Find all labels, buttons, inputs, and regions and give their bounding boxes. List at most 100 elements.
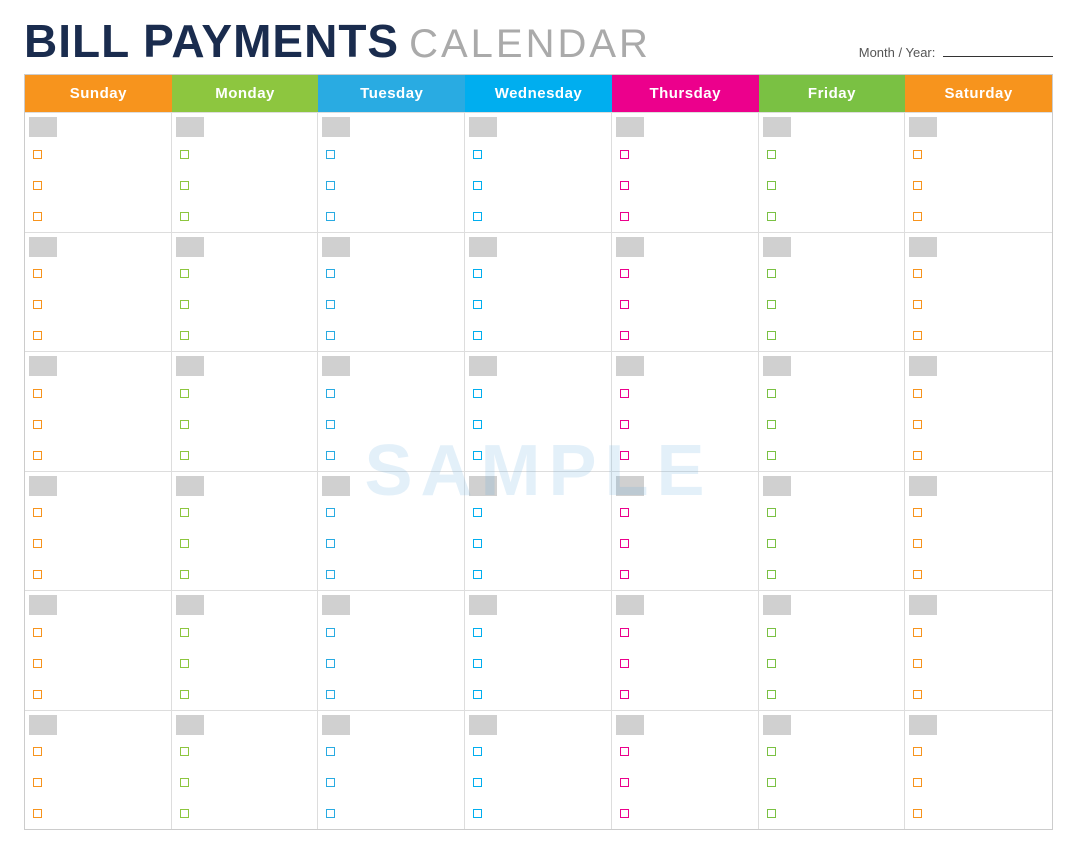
checkbox-item[interactable]	[913, 690, 922, 699]
checkbox-item[interactable]	[620, 539, 629, 548]
checkbox-item[interactable]	[180, 212, 189, 221]
checkbox-item[interactable]	[33, 300, 42, 309]
checkbox-item[interactable]	[473, 420, 482, 429]
checkbox-item[interactable]	[473, 747, 482, 756]
checkbox-item[interactable]	[180, 570, 189, 579]
checkbox-item[interactable]	[913, 659, 922, 668]
checkbox-item[interactable]	[913, 747, 922, 756]
checkbox-item[interactable]	[620, 269, 629, 278]
checkbox-item[interactable]	[473, 451, 482, 460]
checkbox-item[interactable]	[33, 570, 42, 579]
checkbox-item[interactable]	[473, 269, 482, 278]
checkbox-item[interactable]	[180, 508, 189, 517]
checkbox-item[interactable]	[913, 628, 922, 637]
checkbox-item[interactable]	[620, 508, 629, 517]
checkbox-item[interactable]	[473, 809, 482, 818]
checkbox-item[interactable]	[620, 659, 629, 668]
checkbox-item[interactable]	[33, 212, 42, 221]
checkbox-item[interactable]	[913, 539, 922, 548]
checkbox-item[interactable]	[767, 539, 776, 548]
checkbox-item[interactable]	[326, 628, 335, 637]
checkbox-item[interactable]	[180, 300, 189, 309]
checkbox-item[interactable]	[620, 451, 629, 460]
checkbox-item[interactable]	[473, 212, 482, 221]
checkbox-item[interactable]	[913, 300, 922, 309]
checkbox-item[interactable]	[33, 659, 42, 668]
checkbox-item[interactable]	[767, 150, 776, 159]
checkbox-item[interactable]	[473, 628, 482, 637]
checkbox-item[interactable]	[326, 150, 335, 159]
checkbox-item[interactable]	[473, 181, 482, 190]
checkbox-item[interactable]	[913, 269, 922, 278]
checkbox-item[interactable]	[767, 809, 776, 818]
checkbox-item[interactable]	[180, 628, 189, 637]
checkbox-item[interactable]	[326, 181, 335, 190]
checkbox-item[interactable]	[620, 181, 629, 190]
checkbox-item[interactable]	[326, 659, 335, 668]
checkbox-item[interactable]	[326, 269, 335, 278]
checkbox-item[interactable]	[620, 778, 629, 787]
checkbox-item[interactable]	[473, 508, 482, 517]
checkbox-item[interactable]	[33, 331, 42, 340]
checkbox-item[interactable]	[473, 659, 482, 668]
checkbox-item[interactable]	[767, 570, 776, 579]
checkbox-item[interactable]	[326, 451, 335, 460]
checkbox-item[interactable]	[33, 150, 42, 159]
checkbox-item[interactable]	[620, 300, 629, 309]
checkbox-item[interactable]	[913, 181, 922, 190]
checkbox-item[interactable]	[326, 300, 335, 309]
checkbox-item[interactable]	[620, 747, 629, 756]
checkbox-item[interactable]	[620, 212, 629, 221]
checkbox-item[interactable]	[33, 690, 42, 699]
checkbox-item[interactable]	[620, 690, 629, 699]
checkbox-item[interactable]	[767, 420, 776, 429]
checkbox-item[interactable]	[620, 420, 629, 429]
checkbox-item[interactable]	[33, 778, 42, 787]
checkbox-item[interactable]	[913, 570, 922, 579]
checkbox-item[interactable]	[473, 300, 482, 309]
checkbox-item[interactable]	[33, 508, 42, 517]
checkbox-item[interactable]	[767, 690, 776, 699]
checkbox-item[interactable]	[767, 300, 776, 309]
checkbox-item[interactable]	[180, 539, 189, 548]
checkbox-item[interactable]	[913, 389, 922, 398]
checkbox-item[interactable]	[473, 331, 482, 340]
checkbox-item[interactable]	[326, 778, 335, 787]
checkbox-item[interactable]	[767, 628, 776, 637]
checkbox-item[interactable]	[473, 778, 482, 787]
checkbox-item[interactable]	[33, 539, 42, 548]
checkbox-item[interactable]	[767, 212, 776, 221]
checkbox-item[interactable]	[180, 181, 189, 190]
checkbox-item[interactable]	[620, 331, 629, 340]
checkbox-item[interactable]	[33, 747, 42, 756]
checkbox-item[interactable]	[326, 508, 335, 517]
checkbox-item[interactable]	[326, 420, 335, 429]
checkbox-item[interactable]	[180, 778, 189, 787]
checkbox-item[interactable]	[33, 420, 42, 429]
checkbox-item[interactable]	[180, 747, 189, 756]
checkbox-item[interactable]	[473, 539, 482, 548]
checkbox-item[interactable]	[326, 747, 335, 756]
checkbox-item[interactable]	[620, 628, 629, 637]
checkbox-item[interactable]	[33, 809, 42, 818]
checkbox-item[interactable]	[180, 420, 189, 429]
checkbox-item[interactable]	[326, 539, 335, 548]
checkbox-item[interactable]	[180, 150, 189, 159]
checkbox-item[interactable]	[913, 212, 922, 221]
checkbox-item[interactable]	[620, 150, 629, 159]
checkbox-item[interactable]	[913, 150, 922, 159]
checkbox-item[interactable]	[180, 331, 189, 340]
checkbox-item[interactable]	[620, 570, 629, 579]
checkbox-item[interactable]	[180, 389, 189, 398]
checkbox-item[interactable]	[33, 269, 42, 278]
checkbox-item[interactable]	[326, 389, 335, 398]
checkbox-item[interactable]	[767, 451, 776, 460]
checkbox-item[interactable]	[33, 389, 42, 398]
checkbox-item[interactable]	[620, 809, 629, 818]
checkbox-item[interactable]	[33, 628, 42, 637]
checkbox-item[interactable]	[180, 809, 189, 818]
checkbox-item[interactable]	[473, 690, 482, 699]
checkbox-item[interactable]	[326, 690, 335, 699]
checkbox-item[interactable]	[913, 508, 922, 517]
checkbox-item[interactable]	[326, 212, 335, 221]
